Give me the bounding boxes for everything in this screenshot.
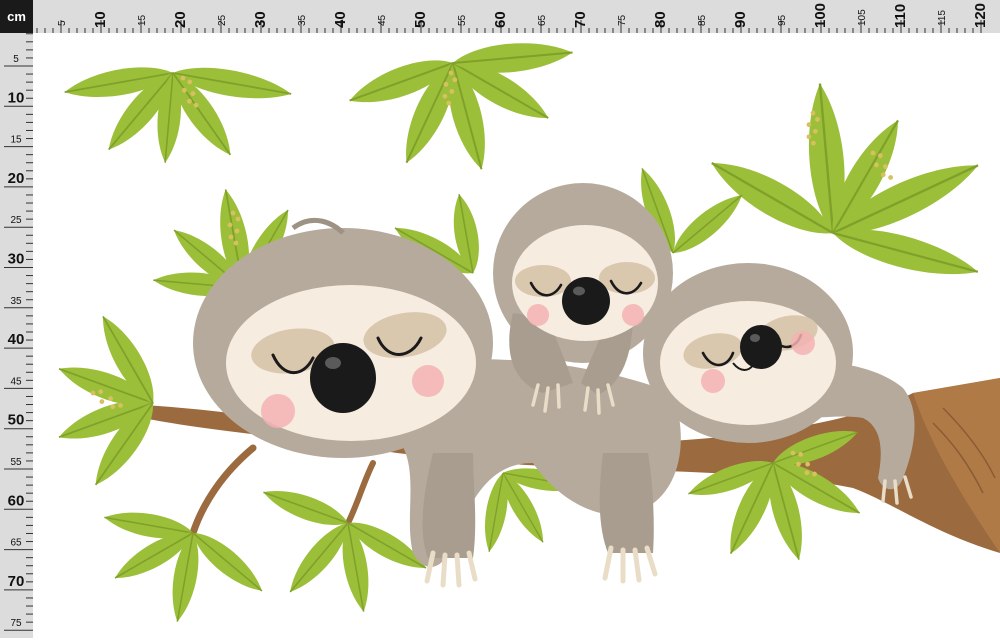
horizontal-ruler: 5 10 15 20 25 30 35 40 45 50 55 60 65 70 75 80 85 90 95 100… (33, 0, 1000, 33)
ruler-h-label: 10 (92, 11, 109, 28)
ruler-v-label: 10 (8, 89, 25, 106)
ruler-h-label: 55 (457, 14, 468, 26)
ruler-h-label: 25 (217, 14, 228, 26)
ruler-h-label: 75 (617, 14, 628, 26)
vertical-ruler: 5 10 15 20 25 30 35 40 45 50 55 60 65 70 75 (0, 33, 33, 638)
ruler-h-label: 50 (412, 11, 429, 28)
ruler-h-label: 80 (652, 11, 669, 28)
ruler-h-label: 35 (297, 14, 308, 26)
leaf-cluster-bottom-left (101, 480, 433, 625)
ruler-v-label: 55 (10, 457, 22, 468)
leaf-cluster-top-middle (343, 37, 575, 175)
ruler-unit-label: cm (7, 9, 26, 24)
leaf-cluster-top-left (61, 59, 295, 165)
ruler-h-label: 115 (937, 10, 948, 26)
ruler-v-label: 60 (8, 492, 25, 509)
ruler-v-label: 70 (8, 573, 25, 590)
ruler-h-label: 15 (137, 14, 148, 26)
ruler-h-label: 45 (377, 14, 388, 26)
vertical-ruler-scale: 5 10 15 20 25 30 35 40 45 50 55 60 65 70 75 (4, 33, 33, 631)
ruler-v-label: 65 (10, 538, 22, 549)
ruler-v-label: 30 (8, 251, 25, 268)
ruler-h-label: 60 (492, 11, 509, 28)
ruler-h-label: 100 (812, 3, 829, 28)
illustration-canvas (33, 33, 1000, 638)
leaf-cluster-top-right (701, 80, 987, 289)
ruler-v-label: 35 (10, 296, 22, 307)
ruler-h-label: 85 (697, 14, 708, 26)
ruler-unit-corner: cm (0, 0, 33, 33)
ruler-h-label: 70 (572, 11, 589, 28)
ruler-v-label: 25 (10, 215, 22, 226)
horizontal-ruler-scale: 5 10 15 20 25 30 35 40 45 50 55 60 65 70 75 80 85 90 95 100… (36, 3, 989, 33)
ruler-v-label: 75 (10, 618, 22, 629)
sloth-illustration (53, 37, 1000, 625)
ruler-h-label: 20 (172, 11, 189, 28)
ruler-h-label: 65 (537, 14, 548, 26)
ruler-v-label: 5 (13, 54, 19, 65)
ruler-h-label: 105 (857, 9, 868, 26)
ruler-h-label: 95 (777, 14, 788, 26)
leaf-cluster-far-left (53, 309, 166, 494)
ruler-v-label: 45 (10, 376, 22, 387)
ruler-h-label: 30 (252, 11, 269, 28)
ruler-v-label: 15 (10, 135, 22, 146)
ruler-h-label: 120 (972, 3, 989, 28)
ruler-v-label: 40 (8, 331, 25, 348)
ruler-h-label: 5 (57, 20, 68, 26)
ruler-h-label: 90 (732, 11, 749, 28)
ruler-v-label: 50 (8, 412, 25, 429)
ruler-h-label: 40 (332, 11, 349, 28)
ruler-h-label: 110 (892, 4, 909, 28)
ruler-v-label: 20 (8, 170, 25, 187)
